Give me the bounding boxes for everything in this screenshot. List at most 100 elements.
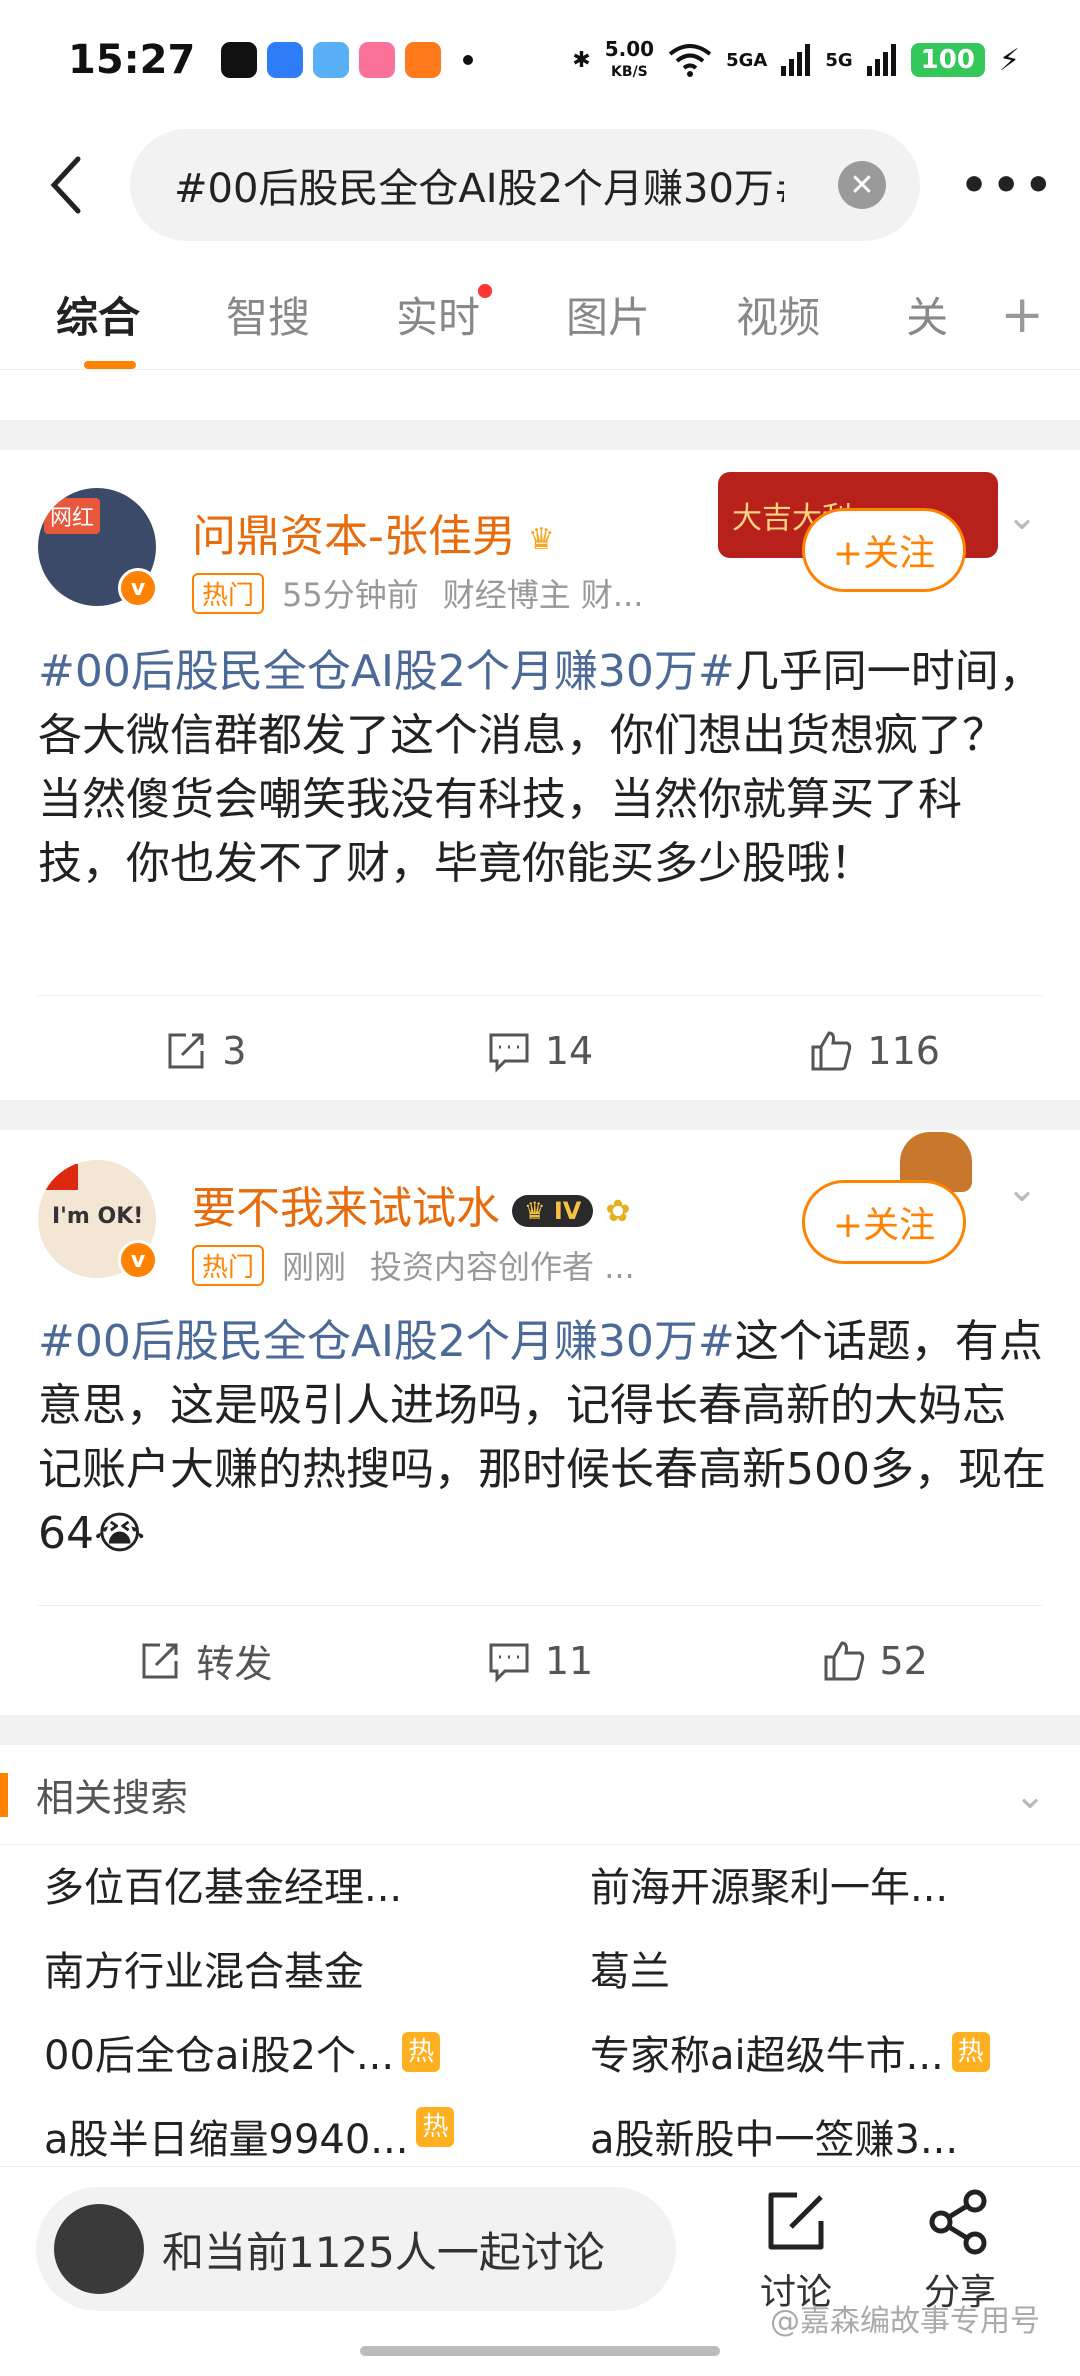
bilibili-icon: [359, 42, 396, 78]
post-actions: 3 14 116: [38, 995, 1042, 1105]
taobao-icon: [405, 42, 442, 78]
signal-5ga: 5GA: [726, 49, 768, 71]
bluetooth-icon: ✱: [572, 47, 591, 73]
hot-badge: 热: [416, 2107, 455, 2147]
post-time: 刚刚: [282, 1248, 347, 1286]
like-button[interactable]: 52: [707, 1639, 1042, 1683]
signal-bars-icon: [781, 44, 811, 76]
related-search-item[interactable]: 00后全仓ai股2个... 热: [44, 2023, 441, 2081]
comment-button[interactable]: 14: [373, 1029, 708, 1073]
back-button[interactable]: [26, 145, 106, 225]
post-card[interactable]: I'm OK! v 要不我来试试水 ♛ IV ✿ 热门 刚刚 投资内容创作者 ...…: [0, 1130, 1080, 1715]
repost-button[interactable]: 3: [38, 1029, 373, 1073]
tab-follow[interactable]: 关: [906, 284, 978, 345]
like-count: 52: [879, 1638, 928, 1683]
status-time: 15:27: [68, 37, 196, 83]
repost-count: 3: [222, 1028, 247, 1073]
post-text: #00后股民全仓AI股2个月赚30万#几乎同一时间，各大微信群都发了这个消息，你…: [38, 640, 1048, 896]
related-search-item[interactable]: 前海开源聚利一年...: [590, 1855, 948, 1913]
verified-badge-icon: v: [118, 1240, 158, 1280]
hot-badge: 热: [402, 2032, 441, 2072]
share-icon: [929, 2189, 987, 2255]
thumbs-up-icon: [811, 1030, 852, 1070]
clear-search-button[interactable]: ✕: [838, 161, 886, 209]
accent-bar: [0, 1772, 8, 1817]
chevron-down-icon[interactable]: ⌄: [1006, 1166, 1038, 1210]
post-card[interactable]: 网红 v 问鼎资本-张佳男 ♛ 热门 55分钟前 财经博主 财... 大吉大利 +…: [0, 450, 1080, 1100]
battery-level: 100: [910, 43, 985, 77]
verified-badge-icon: v: [118, 568, 158, 608]
comment-icon: [489, 1033, 529, 1073]
related-search-item[interactable]: 南方行业混合基金: [44, 1939, 364, 1997]
new-indicator-dot: [478, 284, 493, 298]
comment-count: 11: [544, 1638, 594, 1683]
related-search-item[interactable]: a股半日缩量9940... 热: [44, 2107, 455, 2165]
post-time: 55分钟前: [282, 576, 419, 614]
repost-label: 转发: [196, 1642, 273, 1686]
status-indicators: ✱ 5.00 KB/S 5GA 5G 100 ⚡: [572, 39, 1020, 82]
signal-5g: 5G: [825, 49, 853, 71]
section-divider: [0, 1100, 1080, 1130]
discuss-prompt: 和当前1125人一起讨论: [162, 2227, 605, 2277]
add-tab-button[interactable]: +: [1000, 285, 1044, 345]
search-input[interactable]: #00后股民全仓AI股2个月赚30万# ✕: [130, 129, 920, 241]
tiktok-icon: [221, 42, 258, 78]
repost-icon: [168, 1033, 204, 1068]
avatar-label: 网红: [44, 498, 101, 534]
like-button[interactable]: 116: [707, 1029, 1042, 1073]
related-search-item[interactable]: 专家称ai超级牛市... 热: [590, 2023, 990, 2081]
hot-badge: 热: [951, 2032, 990, 2072]
comment-button[interactable]: 11: [373, 1639, 708, 1683]
post-author-desc: 财经博主 财...: [442, 576, 644, 614]
hot-tag: 热门: [192, 572, 265, 614]
post-meta: 热门 刚刚 投资内容创作者 ...: [192, 1242, 659, 1288]
search-query: #00后股民全仓AI股2个月赚30万#: [174, 166, 784, 212]
status-bar: 15:27 ✱ 5.00 KB/S 5GA 5G 100 ⚡: [0, 0, 1080, 120]
flower-icon: ✿: [605, 1193, 631, 1229]
section-divider: [0, 1715, 1080, 1745]
hashtag-link[interactable]: #00后股民全仓AI股2个月赚30万#: [38, 646, 735, 697]
charging-icon: ⚡: [998, 42, 1020, 78]
post-author-desc: 投资内容创作者 ...: [370, 1248, 635, 1286]
tab-smart-search[interactable]: 智搜: [226, 284, 340, 345]
post-meta: 热门 55分钟前 财经博主 财...: [192, 570, 667, 616]
flag-icon: [42, 1164, 78, 1190]
discuss-input[interactable]: 和当前1125人一起讨论: [36, 2187, 676, 2311]
repost-button[interactable]: 转发: [38, 1633, 373, 1688]
search-header: #00后股民全仓AI股2个月赚30万# ✕ •••: [0, 120, 1080, 250]
hot-tag: 热门: [192, 1244, 265, 1286]
more-notifications-icon: [463, 55, 474, 65]
follow-button[interactable]: +关注: [802, 508, 966, 592]
avatar: [54, 2204, 144, 2294]
tab-videos[interactable]: 视频: [736, 284, 850, 345]
related-searches: 相关搜索 ⌄ 多位百亿基金经理... 前海开源聚利一年... 南方行业混合基金 …: [0, 1745, 1080, 2163]
status-app-icons: [221, 42, 474, 78]
tab-realtime[interactable]: 实时: [396, 284, 510, 345]
thumbs-up-icon: [824, 1640, 864, 1680]
post-actions: 转发 11 52: [38, 1605, 1042, 1715]
watermark: @嘉森编故事专用号: [770, 2304, 1040, 2339]
tab-comprehensive[interactable]: 综合: [56, 284, 170, 369]
comment-icon: [489, 1643, 529, 1683]
wifi-icon: [668, 44, 712, 77]
bottom-bar: 和当前1125人一起讨论 讨论 分享: [0, 2166, 1080, 2376]
related-search-item[interactable]: 多位百亿基金经理...: [44, 1855, 402, 1913]
hashtag-link[interactable]: #00后股民全仓AI股2个月赚30万#: [38, 1316, 735, 1367]
post-username[interactable]: 问鼎资本-张佳男 ♛: [192, 500, 555, 564]
follow-button[interactable]: +关注: [802, 1180, 966, 1264]
related-searches-header[interactable]: 相关搜索 ⌄: [0, 1745, 1080, 1845]
chevron-down-icon[interactable]: ⌄: [1006, 494, 1038, 538]
related-search-item[interactable]: a股新股中一签赚3...: [590, 2107, 958, 2165]
chevron-down-icon[interactable]: ⌄: [1014, 1773, 1046, 1817]
related-searches-title: 相关搜索: [36, 1776, 189, 1820]
member-badge-icon: ♛: [527, 521, 555, 557]
home-indicator[interactable]: [360, 2346, 720, 2356]
repost-icon: [142, 1643, 178, 1678]
avatar-label: I'm OK!: [52, 1204, 144, 1229]
more-options-button[interactable]: •••: [960, 160, 1056, 211]
tab-bar: 综合 智搜 实时 图片 视频 关 +: [0, 260, 1080, 370]
level-badge: ♛ IV: [512, 1195, 594, 1227]
post-username[interactable]: 要不我来试试水 ♛ IV ✿: [192, 1172, 631, 1236]
tab-images[interactable]: 图片: [566, 284, 680, 345]
related-search-item[interactable]: 葛兰: [590, 1939, 670, 1997]
